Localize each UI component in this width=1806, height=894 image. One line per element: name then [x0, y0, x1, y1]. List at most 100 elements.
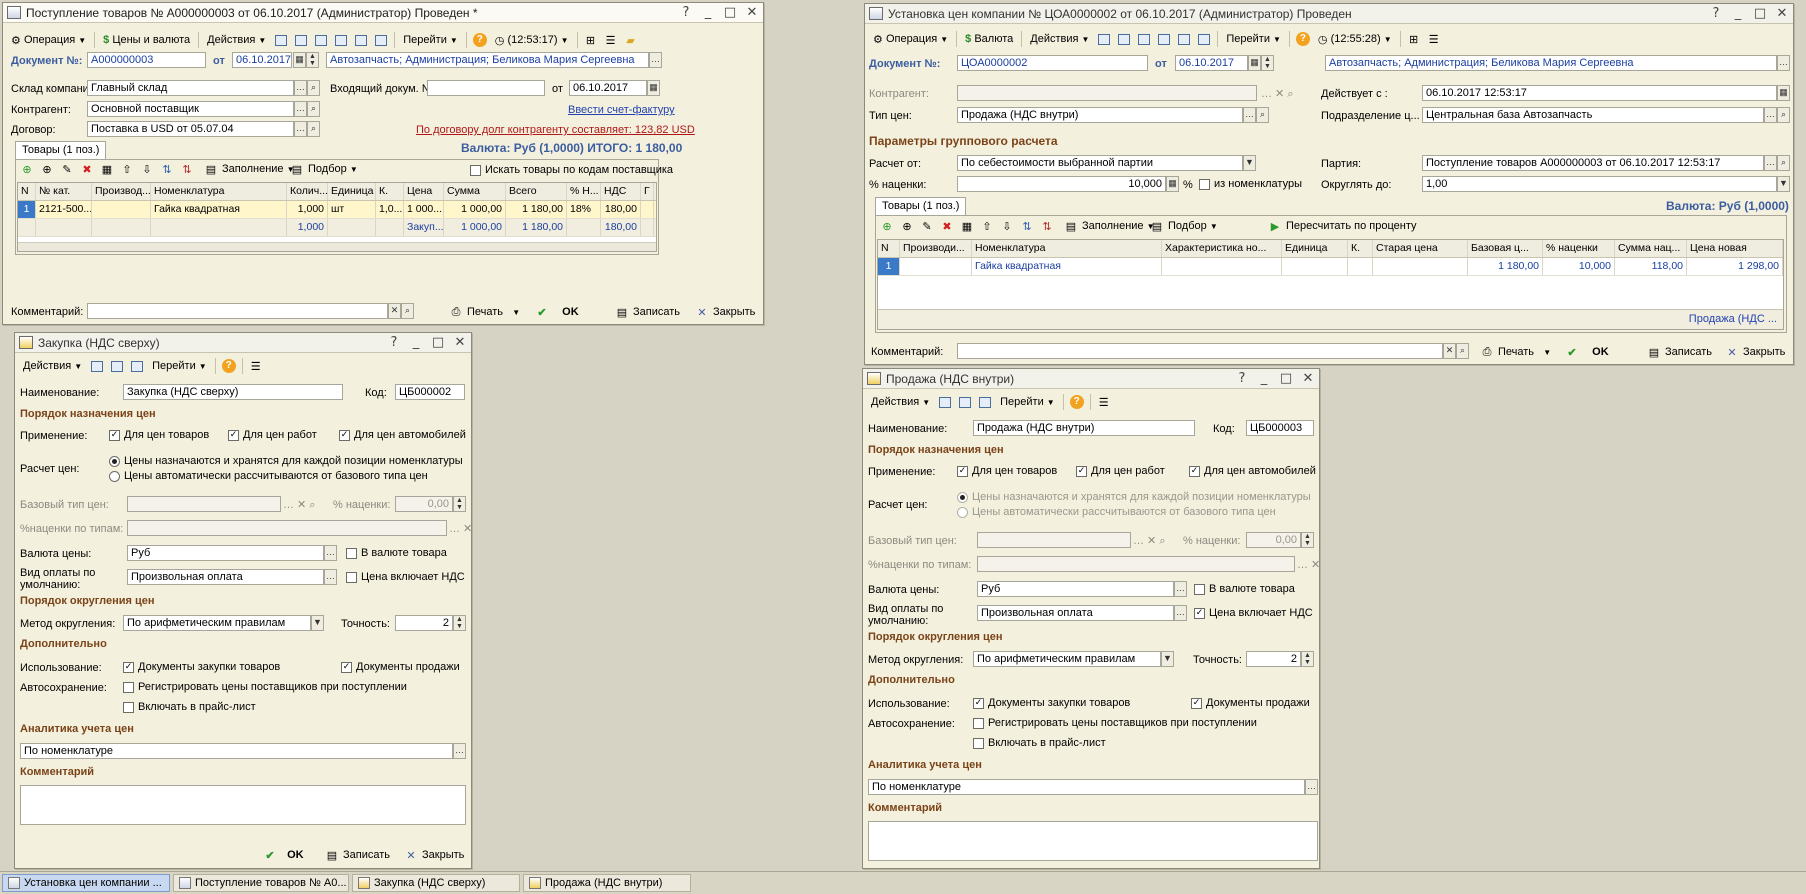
select-button[interactable]: … — [1764, 155, 1777, 171]
column-header[interactable]: Всего — [506, 183, 567, 200]
clear-icon[interactable]: ✕ — [1443, 343, 1456, 359]
precision-spin[interactable]: ▲ ▼ — [1301, 651, 1314, 667]
end-edit-icon[interactable]: ▦ — [100, 162, 118, 176]
actions-menu[interactable]: Действия ▼ — [19, 359, 86, 373]
column-header[interactable]: К. — [376, 183, 404, 200]
markup-spin[interactable]: ▲ ▼ — [453, 496, 466, 512]
select-button[interactable]: … — [1174, 605, 1187, 621]
column-header[interactable]: Колич... — [287, 183, 328, 200]
move-up-icon[interactable]: ⇧ — [120, 162, 138, 176]
select-button[interactable]: … — [1243, 107, 1256, 123]
structure-icon[interactable] — [1195, 30, 1213, 48]
purchase-docs-checkbox[interactable]: ✓ Документы закупки товаров — [973, 697, 1130, 709]
list-icon[interactable]: ☰ — [602, 31, 620, 49]
clear-icon[interactable]: ✕ — [388, 303, 401, 319]
comment-field[interactable] — [957, 343, 1443, 359]
column-header[interactable]: Цена новая — [1687, 240, 1783, 257]
precision-field[interactable]: 2 — [395, 615, 453, 631]
date-spin[interactable]: ▲ ▼ — [1261, 55, 1274, 71]
post-doc-icon[interactable] — [1115, 30, 1133, 48]
print-button[interactable]: ⎙ Печать ▼ — [449, 305, 521, 319]
contract-field[interactable]: Поставка в USD от 05.07.04 — [87, 121, 294, 137]
rounding-method-select[interactable]: По арифметическим правилам — [973, 651, 1161, 667]
column-header[interactable]: Номенклатура — [151, 183, 287, 200]
search-icon[interactable]: ⌕ — [1777, 155, 1790, 171]
save-button[interactable]: ▤ Записать — [1647, 345, 1712, 359]
search-icon[interactable]: ⌕ — [401, 303, 414, 319]
copy-icon[interactable] — [312, 31, 330, 49]
minimize-icon[interactable]: _ — [405, 335, 427, 350]
vat-included-checkbox[interactable]: Цена включает НДС — [346, 571, 465, 583]
column-header[interactable]: Номенклатура — [972, 240, 1162, 257]
debt-link[interactable]: По договору долг контрагенту составляет:… — [416, 124, 695, 136]
markup-field[interactable]: 0,00 — [1246, 532, 1301, 548]
movements-icon[interactable]: ⊞ — [582, 31, 600, 49]
copy-icon[interactable] — [128, 357, 146, 375]
add-row-icon[interactable]: ⊕ — [880, 219, 898, 233]
doc-number-field[interactable]: А000000003 — [87, 52, 206, 68]
calendar-button[interactable]: ▦ — [1248, 55, 1261, 71]
close-button[interactable]: ✕ Закрыть — [695, 305, 755, 319]
price-type-field[interactable]: Продажа (НДС внутри) — [957, 107, 1243, 123]
sort-asc-icon[interactable]: ⇅ — [1020, 219, 1038, 233]
column-header[interactable]: Единица — [1282, 240, 1348, 257]
print-form-icon[interactable] — [1175, 30, 1193, 48]
goto-menu[interactable]: Перейти ▼ — [996, 395, 1059, 409]
move-down-icon[interactable]: ⇩ — [140, 162, 158, 176]
round-to-select[interactable]: 1,00 — [1422, 176, 1777, 192]
structure-icon[interactable] — [372, 31, 390, 49]
move-up-icon[interactable]: ⇧ — [980, 219, 998, 233]
select-button[interactable]: … — [1305, 779, 1318, 795]
column-header[interactable]: Сумма нац... — [1615, 240, 1687, 257]
sales-docs-checkbox[interactable]: ✓ Документы продажи — [341, 661, 460, 673]
column-header[interactable]: N — [878, 240, 900, 257]
sales-docs-checkbox[interactable]: ✓ Документы продажи — [1191, 697, 1310, 709]
select-button[interactable]: … — [1174, 581, 1187, 597]
save-icon[interactable] — [936, 393, 954, 411]
based-on-icon[interactable] — [1155, 30, 1173, 48]
column-header[interactable]: Характеристика но... — [1162, 240, 1282, 257]
save-icon[interactable] — [88, 357, 106, 375]
search-icon[interactable]: ⌕ — [1256, 107, 1269, 123]
select-button[interactable]: … — [324, 545, 337, 561]
analytics-field[interactable]: По номенклатуре — [868, 779, 1305, 795]
markup-field[interactable]: 0,00 — [395, 496, 453, 512]
markup-types-field[interactable] — [127, 520, 447, 536]
column-header[interactable]: N — [18, 183, 36, 200]
list-icon[interactable]: ☰ — [247, 357, 265, 375]
goods-prices-checkbox[interactable]: ✓ Для цен товаров — [109, 429, 209, 441]
edit-row-icon[interactable]: ✎ — [920, 219, 938, 233]
select-button[interactable]: … — [294, 121, 307, 137]
register-supplier-prices-checkbox[interactable]: Регистрировать цены поставщиков при пост… — [123, 681, 407, 693]
from-nomenclature-checkbox[interactable]: из номенклатуры — [1199, 178, 1302, 190]
organization-field[interactable]: Автозапчасть; Администрация; Беликова Ма… — [1325, 55, 1777, 71]
taskbar-item-purchase[interactable]: Закупка (НДС сверху) — [352, 874, 520, 892]
name-field[interactable]: Продажа (НДС внутри) — [973, 420, 1195, 436]
comment-field[interactable] — [87, 303, 388, 319]
ok-button[interactable]: ✔ OK — [1565, 345, 1608, 359]
counterparty-field[interactable]: Основной поставщик — [87, 101, 294, 117]
markup-types-field[interactable] — [977, 556, 1295, 572]
warehouse-field[interactable]: Главный склад — [87, 80, 294, 96]
help-icon[interactable]: ? — [1231, 371, 1253, 386]
close-button[interactable]: ✕ Закрыть — [1725, 345, 1785, 359]
date-spin[interactable]: ▲ ▼ — [306, 52, 319, 68]
list-icon[interactable]: ☰ — [1095, 393, 1113, 411]
prices-currency-button[interactable]: $ Цены и валюта — [99, 33, 194, 47]
column-header[interactable]: Производ... — [92, 183, 151, 200]
add-row-icon[interactable]: ⊕ — [20, 162, 38, 176]
title-bar[interactable]: Продажа (НДС внутри) ? _ □ ✕ — [863, 369, 1319, 389]
movements-icon[interactable]: ⊞ — [1405, 30, 1423, 48]
selection-menu[interactable]: ▤ Подбор ▼ — [1150, 219, 1218, 233]
column-header[interactable]: Базовая ц... — [1468, 240, 1543, 257]
calendar-button[interactable]: ▦ — [1777, 85, 1790, 101]
maximize-icon[interactable]: □ — [1275, 371, 1297, 386]
print-button[interactable]: ⎙ Печать ▼ — [1480, 345, 1552, 359]
help-icon[interactable]: ? — [1068, 393, 1086, 411]
comment-textarea[interactable] — [868, 821, 1318, 861]
select-button[interactable]: … — [453, 743, 466, 759]
maximize-icon[interactable]: □ — [1749, 6, 1771, 21]
delete-row-icon[interactable]: ✖ — [940, 219, 958, 233]
car-prices-checkbox[interactable]: ✓ Для цен автомобилей — [1189, 465, 1316, 477]
include-pricelist-checkbox[interactable]: Включать в прайс-лист — [973, 737, 1106, 749]
